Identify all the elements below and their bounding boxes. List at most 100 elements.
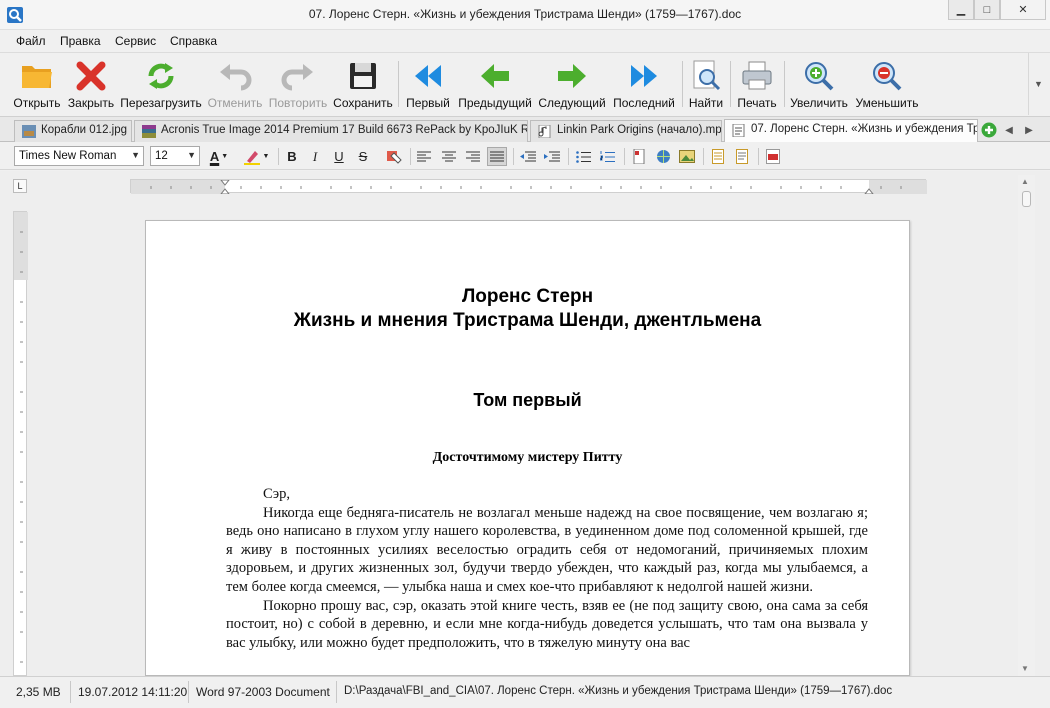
menu-bar: Файл Правка Сервис Справка xyxy=(0,30,1050,52)
strikethrough-button[interactable]: S xyxy=(353,147,373,166)
bullet-list-icon xyxy=(575,150,591,163)
editor-area: L Лоренс Стерн Жизнь и мнения Тристрама … xyxy=(0,171,1050,676)
minimize-button[interactable]: ▁ xyxy=(948,0,974,20)
separator xyxy=(410,148,411,165)
main-toolbar: Открыть Закрыть Перезагрузить Отменить П… xyxy=(0,52,1050,116)
scroll-up-arrow-icon[interactable]: ▲ xyxy=(1021,177,1029,186)
font-family-select[interactable]: Times New Roman ▼ xyxy=(14,146,144,166)
undo-button[interactable]: Отменить xyxy=(206,55,264,113)
open-label: Открыть xyxy=(13,96,61,110)
align-right-icon xyxy=(466,151,480,161)
justify-button[interactable] xyxy=(487,147,507,166)
zoom-in-icon xyxy=(805,62,834,91)
next-button[interactable]: Следующий xyxy=(537,55,607,113)
insert-link-button[interactable] xyxy=(653,147,673,166)
zoom-out-icon xyxy=(873,62,902,91)
bullet-list-button[interactable] xyxy=(573,147,593,166)
vertical-scrollbar[interactable]: ▲ ▼ xyxy=(1018,175,1035,676)
toolbar-overflow-button[interactable]: ▼ xyxy=(1028,53,1048,115)
close-window-button[interactable]: ✕ xyxy=(1000,0,1046,20)
print-button[interactable]: Печать xyxy=(734,55,780,113)
tab-label: Корабли 012.jpg xyxy=(41,124,128,136)
document-page[interactable]: Лоренс Стерн Жизнь и мнения Тристрама Ше… xyxy=(145,220,910,676)
redo-button[interactable]: Повторить xyxy=(266,55,330,113)
zoom-in-button[interactable]: Увеличить xyxy=(788,55,850,113)
first-icon xyxy=(415,65,441,87)
previous-button[interactable]: Предыдущий xyxy=(456,55,534,113)
tab-document-active[interactable]: 07. Лоренс Стерн. «Жизнь и убеждения Три… xyxy=(724,119,978,143)
open-button[interactable]: Открыть xyxy=(10,55,64,113)
scrollbar-thumb[interactable] xyxy=(1022,191,1031,207)
tab-audio[interactable]: Linkin Park Origins (начало).mp3 xyxy=(530,120,722,142)
insert-page-break-button[interactable] xyxy=(629,147,649,166)
undo-icon xyxy=(220,64,252,91)
menu-edit[interactable]: Правка xyxy=(60,34,101,48)
align-left-button[interactable] xyxy=(414,147,434,166)
menu-service[interactable]: Сервис xyxy=(115,34,156,48)
tab-label: Acronis True Image 2014 Premium 17 Build… xyxy=(161,124,528,136)
last-icon xyxy=(631,65,657,87)
horizontal-ruler[interactable] xyxy=(130,179,927,195)
font-size-select[interactable]: 12 ▼ xyxy=(150,146,200,166)
align-center-button[interactable] xyxy=(439,147,459,166)
globe-link-icon xyxy=(656,150,670,163)
find-icon xyxy=(693,60,721,91)
italic-button[interactable]: I xyxy=(305,147,325,166)
save-button[interactable]: Сохранить xyxy=(332,55,394,113)
insert-image-button[interactable] xyxy=(677,147,697,166)
vertical-ruler[interactable] xyxy=(13,211,28,676)
zoom-out-button[interactable]: Уменьшить xyxy=(853,55,921,113)
page-setup-button[interactable] xyxy=(708,147,728,166)
chevron-down-icon: ▼ xyxy=(187,150,196,160)
menu-file[interactable]: Файл xyxy=(16,34,46,48)
menu-help[interactable]: Справка xyxy=(170,34,217,48)
scroll-tabs-left-button[interactable]: ◀ xyxy=(1000,120,1018,140)
status-file-path: D:\Раздача\FBI_and_CIA\07. Лоренс Стерн.… xyxy=(344,685,893,697)
page-setup-icon xyxy=(712,149,724,164)
align-left-icon xyxy=(417,151,431,161)
indent-icon xyxy=(544,151,560,161)
export-pdf-button[interactable] xyxy=(763,147,783,166)
align-right-button[interactable] xyxy=(463,147,483,166)
chevron-down-icon: ▼ xyxy=(221,153,229,160)
highlight-color-button[interactable]: ▼ xyxy=(240,147,272,166)
first-label: Первый xyxy=(406,96,450,110)
tab-image[interactable]: Корабли 012.jpg xyxy=(14,120,132,142)
reload-icon xyxy=(148,63,174,89)
document-file-icon xyxy=(732,124,745,137)
tab-archive[interactable]: Acronis True Image 2014 Premium 17 Build… xyxy=(134,120,528,142)
underline-button[interactable]: U xyxy=(329,147,349,166)
find-label: Найти xyxy=(688,96,724,110)
status-file-size: 2,35 MB xyxy=(16,685,61,699)
close-button[interactable]: Закрыть xyxy=(66,55,116,113)
redo-icon xyxy=(281,64,313,91)
find-button[interactable]: Найти xyxy=(686,55,726,113)
decrease-indent-button[interactable] xyxy=(518,147,538,166)
add-tab-button[interactable] xyxy=(980,120,998,140)
separator xyxy=(70,681,71,703)
body-paragraph: Покорно прошу вас, сэр, оказать этой кни… xyxy=(226,597,868,651)
toolbar-separator xyxy=(398,61,399,107)
tab-stop-selector[interactable]: L xyxy=(13,179,27,193)
vertical-ruler-ticks xyxy=(14,212,28,663)
chevron-down-icon: ▼ xyxy=(131,150,140,160)
scroll-down-arrow-icon[interactable]: ▼ xyxy=(1021,664,1029,673)
clear-format-button[interactable] xyxy=(384,147,404,166)
increase-indent-button[interactable] xyxy=(542,147,562,166)
red-x-icon xyxy=(76,61,106,91)
numbered-list-button[interactable] xyxy=(597,147,617,166)
font-color-button[interactable]: A ▼ xyxy=(205,147,233,166)
bold-button[interactable]: B xyxy=(282,147,302,166)
last-button[interactable]: Последний xyxy=(611,55,677,113)
pdf-icon xyxy=(766,149,780,164)
toolbar-separator xyxy=(784,61,785,107)
format-toolbar: Times New Roman ▼ 12 ▼ A ▼ ▼ B I U S xyxy=(0,142,1050,170)
reload-button[interactable]: Перезагрузить xyxy=(119,55,203,113)
document-properties-button[interactable] xyxy=(732,147,752,166)
scroll-tabs-right-button[interactable]: ▶ xyxy=(1020,120,1038,140)
maximize-button[interactable]: □ xyxy=(974,0,1000,20)
separator xyxy=(624,148,625,165)
ruler-ticks xyxy=(131,179,927,195)
archive-file-icon xyxy=(142,125,156,138)
first-button[interactable]: Первый xyxy=(404,55,452,113)
